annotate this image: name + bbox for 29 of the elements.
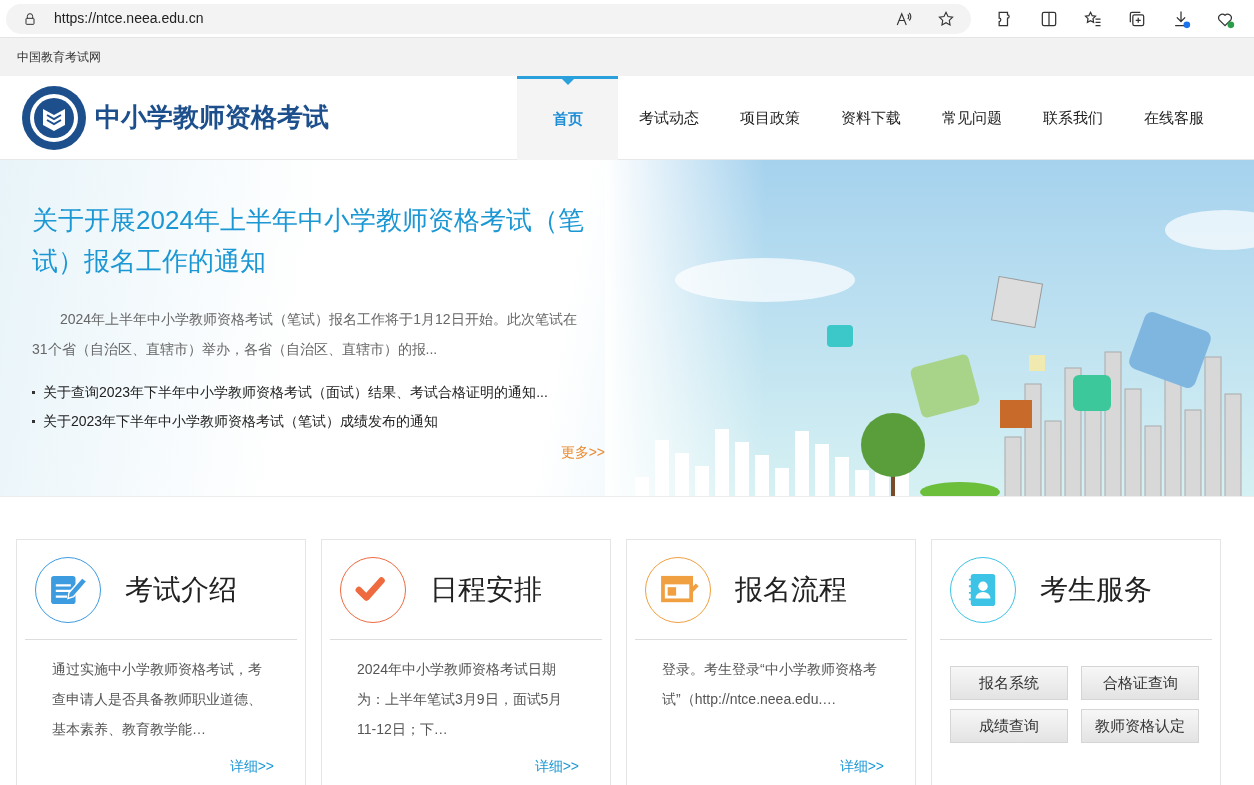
nav-tab[interactable]: 资料下载 bbox=[820, 76, 921, 160]
card-summary: 通过实施中小学教师资格考试，考查申请人是否具备教师职业道德、基本素养、教育教学能… bbox=[51, 660, 263, 739]
logo-emblem-icon bbox=[21, 84, 87, 151]
favorite-icon[interactable] bbox=[937, 9, 955, 28]
card-title[interactable]: 报名流程 bbox=[735, 568, 847, 611]
service-button[interactable]: 教师资格认定 bbox=[1081, 709, 1199, 743]
service-button[interactable]: 报名系统 bbox=[950, 666, 1068, 700]
news-link[interactable]: 关于查询2023年下半年中小学教师资格考试（面试）结果、考试合格证明的通知... bbox=[43, 378, 548, 407]
nav-tab[interactable]: 常见问题 bbox=[921, 76, 1022, 160]
card-title[interactable]: 日程安排 bbox=[430, 568, 542, 611]
url-text[interactable]: https://ntce.neea.edu.cn bbox=[54, 8, 204, 29]
site-logo-text[interactable]: 中小学教师资格考试 bbox=[95, 98, 329, 137]
card-summary: 2024年中小学教师资格考试日期为：上半年笔试3月9日，面试5月11-12日；下… bbox=[356, 660, 564, 739]
bullet-icon bbox=[32, 391, 35, 394]
nav-tab[interactable]: 在线客服 bbox=[1123, 76, 1224, 160]
card-title[interactable]: 考生服务 bbox=[1040, 568, 1152, 611]
headline-summary: 2024年上半年中小学教师资格考试（笔试）报名工作将于1月12日开始。此次笔试在31个省（自治区、直辖市）举办，各省（自治区、直辖市）的报... bbox=[32, 310, 578, 359]
card-summary: 登录。考生登录“中小学教师资格考试”（http://ntce.neea.edu.… bbox=[661, 660, 878, 709]
nav-tab[interactable]: 联系我们 bbox=[1022, 76, 1123, 160]
nav-tab[interactable]: 项目政策 bbox=[719, 76, 820, 160]
favorites-icon[interactable] bbox=[1083, 8, 1103, 29]
service-button[interactable]: 合格证查询 bbox=[1081, 666, 1199, 700]
bullet-icon bbox=[32, 420, 35, 423]
news-link[interactable]: 关于2023年下半年中小学教师资格考试（笔试）成绩发布的通知 bbox=[43, 407, 439, 436]
service-button[interactable]: 成绩查询 bbox=[950, 709, 1068, 743]
lock-icon bbox=[22, 10, 38, 27]
site-name[interactable]: 中国教育考试网 bbox=[17, 48, 101, 66]
card-title[interactable]: 考试介绍 bbox=[125, 568, 237, 611]
nav-tab[interactable]: 考试动态 bbox=[618, 76, 719, 160]
